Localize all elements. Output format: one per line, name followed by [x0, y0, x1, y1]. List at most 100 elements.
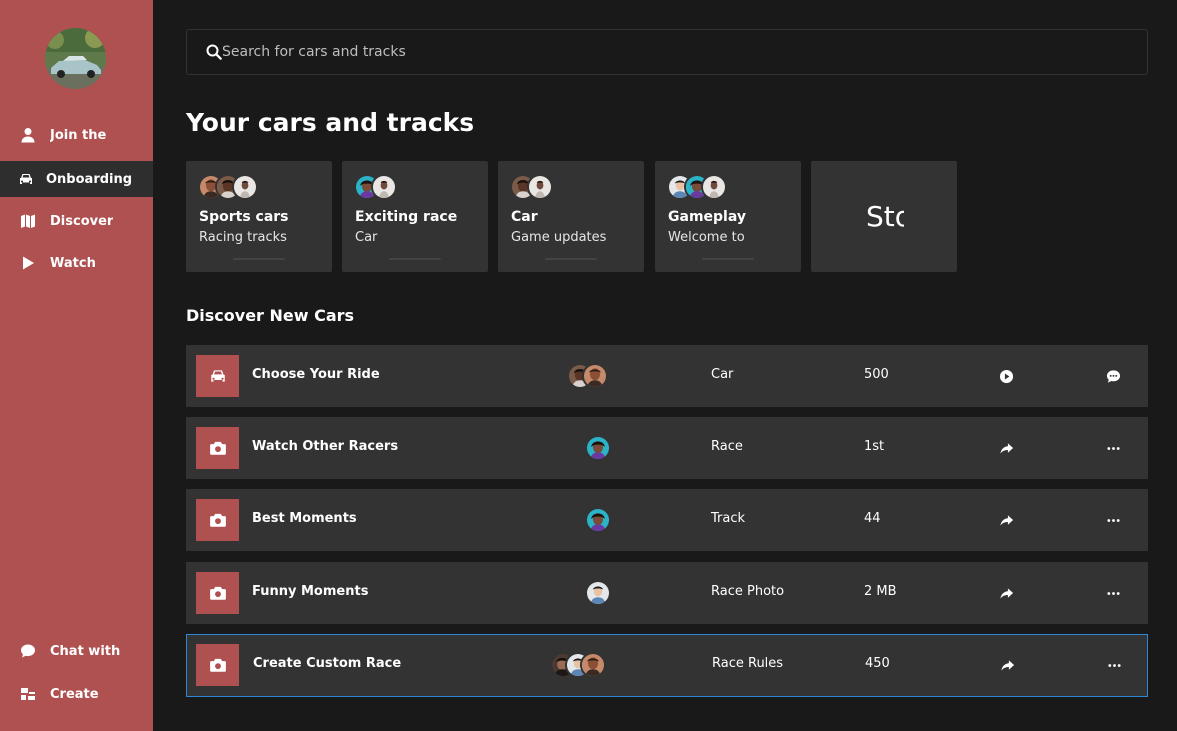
avatar	[582, 363, 608, 389]
avatar	[527, 174, 553, 200]
card-subtitle: Welcome to	[668, 230, 745, 245]
row-members	[585, 435, 611, 461]
row-members	[585, 507, 611, 533]
row-type: Track	[711, 511, 746, 526]
page-title: Your cars and tracks	[186, 108, 475, 137]
sidebar-item-onboarding[interactable]: Onboarding	[0, 161, 153, 197]
app-window: Join the Onboarding Discover Watch Chat	[0, 0, 1177, 731]
car-icon	[18, 171, 34, 187]
table-row[interactable]: Funny Moments Race Photo 2 MB	[186, 562, 1148, 624]
card-avatars	[667, 174, 727, 200]
row-members	[567, 363, 608, 389]
table-row[interactable]: Choose Your Ride Car 500	[186, 345, 1148, 407]
sidebar-item-chat[interactable]: Chat with	[0, 633, 153, 669]
more-icon[interactable]	[1105, 440, 1121, 456]
sidebar-item-label: Join the	[50, 127, 107, 143]
card-progress-bar	[389, 258, 441, 260]
share-icon[interactable]	[998, 440, 1014, 456]
more-icon[interactable]	[1105, 512, 1121, 528]
row-name: Best Moments	[252, 511, 357, 526]
share-icon[interactable]	[998, 512, 1014, 528]
row-members	[550, 652, 606, 678]
table-row-selected[interactable]: Create Custom Race Race Rules 450	[186, 634, 1148, 697]
search-bar[interactable]	[186, 29, 1148, 75]
card-gameplay[interactable]: Gameplay Welcome to	[655, 161, 801, 272]
camera-icon	[209, 441, 226, 455]
row-members	[585, 580, 611, 606]
row-value: 44	[864, 511, 881, 526]
card-title: Sports cars	[199, 209, 289, 225]
card-subtitle: Racing tracks	[199, 230, 287, 245]
chat-bubble-icon[interactable]	[1105, 368, 1121, 384]
sidebar-item-label: Onboarding	[46, 171, 133, 187]
user-icon	[20, 127, 36, 143]
row-value: 450	[865, 656, 890, 671]
card-avatars	[354, 174, 397, 200]
card-progress-bar	[545, 258, 597, 260]
search-input[interactable]	[222, 44, 1122, 60]
row-type: Race Photo	[711, 584, 785, 599]
card-subtitle: Game updates	[511, 230, 607, 245]
avatar	[232, 174, 258, 200]
row-type: Race	[711, 439, 743, 454]
car-photo-icon	[45, 28, 106, 89]
avatar	[580, 652, 606, 678]
sidebar-item-label: Discover	[50, 213, 114, 229]
chat-bubble-icon	[20, 643, 36, 659]
play-circle-icon[interactable]	[998, 368, 1014, 384]
car-icon	[210, 370, 225, 382]
sidebar-item-label: Chat with	[50, 643, 121, 659]
row-thumbnail	[196, 355, 239, 397]
card-exciting-race[interactable]: Exciting race Car	[342, 161, 488, 272]
more-icon[interactable]	[1106, 657, 1122, 673]
sidebar: Join the Onboarding Discover Watch Chat	[0, 0, 153, 731]
table-row[interactable]: Watch Other Racers Race 1st	[186, 417, 1148, 479]
profile-avatar[interactable]	[45, 28, 106, 89]
sidebar-item-watch[interactable]: Watch	[0, 245, 153, 281]
sidebar-item-join[interactable]: Join the	[0, 117, 153, 153]
avatar	[585, 507, 611, 533]
avatar	[585, 580, 611, 606]
row-value: 1st	[864, 439, 885, 454]
search-icon	[206, 44, 222, 60]
row-thumbnail	[196, 427, 239, 469]
row-name: Create Custom Race	[253, 656, 402, 671]
card-title: Exciting race	[355, 209, 458, 225]
more-icon[interactable]	[1105, 585, 1121, 601]
card-avatars	[198, 174, 258, 200]
share-icon[interactable]	[998, 585, 1014, 601]
sidebar-item-label: Watch	[50, 255, 96, 271]
card-sports-cars[interactable]: Sports cars Racing tracks	[186, 161, 332, 272]
card-progress-bar	[702, 258, 754, 260]
camera-icon	[209, 658, 226, 672]
sidebar-item-create[interactable]: Create	[0, 676, 153, 712]
map-icon	[20, 213, 36, 229]
create-icon	[20, 686, 36, 702]
card-avatars	[510, 174, 553, 200]
play-icon	[20, 255, 36, 271]
card-story[interactable]: Sto	[811, 161, 957, 272]
share-icon[interactable]	[999, 657, 1015, 673]
card-subtitle: Car	[355, 230, 378, 245]
table-row[interactable]: Best Moments Track 44	[186, 489, 1148, 551]
avatar	[371, 174, 397, 200]
avatar	[585, 435, 611, 461]
row-thumbnail	[196, 644, 239, 686]
card-progress-bar	[233, 258, 285, 260]
section-title: Discover New Cars	[186, 306, 355, 325]
row-name: Watch Other Racers	[252, 439, 399, 454]
row-name: Choose Your Ride	[252, 367, 380, 382]
row-type: Car	[711, 367, 734, 382]
row-value: 500	[864, 367, 889, 382]
row-thumbnail	[196, 499, 239, 541]
card-car[interactable]: Car Game updates	[498, 161, 644, 272]
row-value: 2 MB	[864, 584, 897, 599]
sidebar-item-discover[interactable]: Discover	[0, 203, 153, 239]
camera-icon	[209, 513, 226, 527]
card-title: Gameplay	[668, 209, 746, 225]
card-title: Car	[511, 209, 538, 225]
row-type: Race Rules	[712, 656, 784, 671]
sidebar-item-label: Create	[50, 686, 99, 702]
camera-icon	[209, 586, 226, 600]
row-name: Funny Moments	[252, 584, 369, 599]
